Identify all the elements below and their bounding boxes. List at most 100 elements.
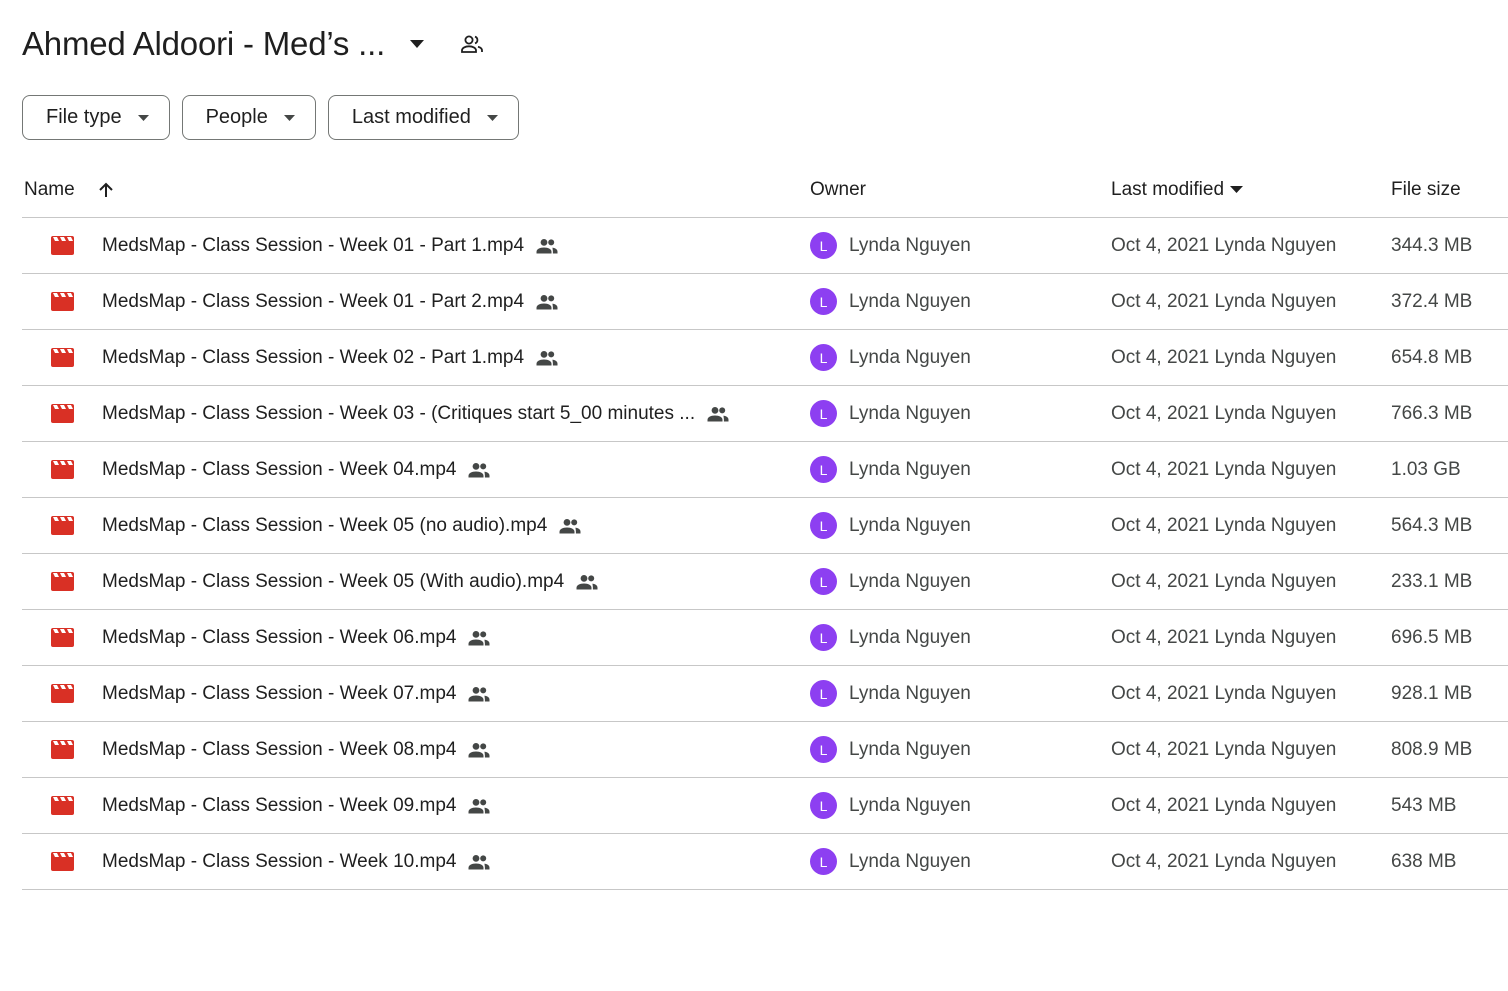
file-name[interactable]: MedsMap - Class Session - Week 01 - Part…: [102, 235, 524, 257]
owner-avatar[interactable]: L: [810, 400, 837, 427]
last-modified-cell: Oct 4, 2021 Lynda Nguyen: [1111, 402, 1337, 424]
file-type-filter[interactable]: File type: [22, 95, 170, 140]
file-name[interactable]: MedsMap - Class Session - Week 03 - (Cri…: [102, 403, 695, 425]
column-header-file-size[interactable]: File size: [1391, 179, 1508, 201]
owner-cell: L Lynda Nguyen: [810, 736, 1111, 763]
last-modified-cell: Oct 4, 2021 Lynda Nguyen: [1111, 626, 1337, 648]
caret-down-icon: [1230, 186, 1244, 193]
video-file-icon: [51, 740, 74, 760]
shared-people-icon: [536, 294, 558, 310]
column-owner-label: Owner: [810, 178, 866, 200]
file-name[interactable]: MedsMap - Class Session - Week 09.mp4: [102, 795, 456, 817]
file-name-cell: MedsMap - Class Session - Week 05 (no au…: [22, 515, 810, 537]
file-row[interactable]: MedsMap - Class Session - Week 01 - Part…: [22, 218, 1508, 274]
file-size-cell: 766.3 MB: [1391, 402, 1473, 424]
file-size-cell: 654.8 MB: [1391, 346, 1473, 368]
file-size-cell: 372.4 MB: [1391, 290, 1473, 312]
file-row[interactable]: MedsMap - Class Session - Week 06.mp4 L Ly…: [22, 610, 1508, 666]
last-modified-cell: Oct 4, 2021 Lynda Nguyen: [1111, 458, 1337, 480]
shared-people-icon: [468, 630, 490, 646]
last-modified-cell: Oct 4, 2021 Lynda Nguyen: [1111, 290, 1337, 312]
owner-avatar[interactable]: L: [810, 344, 837, 371]
shared-people-icon: [536, 238, 558, 254]
owner-cell: L Lynda Nguyen: [810, 848, 1111, 875]
owner-avatar[interactable]: L: [810, 456, 837, 483]
video-file-icon: [51, 292, 74, 312]
file-size-cell: 543 MB: [1391, 794, 1457, 816]
file-name[interactable]: MedsMap - Class Session - Week 05 (With …: [102, 571, 564, 593]
owner-cell: L Lynda Nguyen: [810, 792, 1111, 819]
file-name-cell: MedsMap - Class Session - Week 02 - Part…: [22, 347, 810, 369]
file-size-cell: 696.5 MB: [1391, 626, 1473, 648]
owner-cell: L Lynda Nguyen: [810, 512, 1111, 539]
file-row[interactable]: MedsMap - Class Session - Week 02 - Part…: [22, 330, 1508, 386]
owner-avatar[interactable]: L: [810, 736, 837, 763]
file-name-cell: MedsMap - Class Session - Week 05 (With …: [22, 571, 810, 593]
file-name[interactable]: MedsMap - Class Session - Week 08.mp4: [102, 739, 456, 761]
file-row[interactable]: MedsMap - Class Session - Week 05 (no au…: [22, 498, 1508, 554]
chevron-down-icon: [486, 114, 498, 121]
file-name[interactable]: MedsMap - Class Session - Week 07.mp4: [102, 683, 456, 705]
owner-avatar[interactable]: L: [810, 288, 837, 315]
column-size-label: File size: [1391, 178, 1461, 200]
file-row[interactable]: MedsMap - Class Session - Week 01 - Part…: [22, 274, 1508, 330]
owner-name: Lynda Nguyen: [849, 458, 971, 480]
file-name[interactable]: MedsMap - Class Session - Week 04.mp4: [102, 459, 456, 481]
people-filter[interactable]: People: [181, 95, 316, 140]
last-modified-cell: Oct 4, 2021 Lynda Nguyen: [1111, 682, 1337, 704]
owner-avatar[interactable]: L: [810, 848, 837, 875]
owner-avatar[interactable]: L: [810, 792, 837, 819]
chevron-down-icon: [137, 114, 149, 121]
sort-ascending-arrow-icon[interactable]: [97, 181, 115, 199]
file-size-cell: 928.1 MB: [1391, 682, 1473, 704]
file-row[interactable]: MedsMap - Class Session - Week 03 - (Cri…: [22, 386, 1508, 442]
folder-title[interactable]: Ahmed Aldoori - Med’s ...: [22, 25, 385, 63]
file-rows: MedsMap - Class Session - Week 01 - Part…: [22, 218, 1508, 890]
last-modified-filter[interactable]: Last modified: [327, 95, 519, 140]
video-file-icon: [51, 796, 74, 816]
shared-people-icon: [468, 742, 490, 758]
file-row[interactable]: MedsMap - Class Session - Week 08.mp4 L Ly…: [22, 722, 1508, 778]
owner-name: Lynda Nguyen: [849, 570, 971, 592]
file-list-header: Name Owner Last modified File size: [22, 162, 1508, 218]
file-name[interactable]: MedsMap - Class Session - Week 10.mp4: [102, 851, 456, 873]
file-name-cell: MedsMap - Class Session - Week 01 - Part…: [22, 291, 810, 313]
file-name[interactable]: MedsMap - Class Session - Week 01 - Part…: [102, 291, 524, 313]
owner-cell: L Lynda Nguyen: [810, 624, 1111, 651]
video-file-icon: [51, 348, 74, 368]
file-name[interactable]: MedsMap - Class Session - Week 05 (no au…: [102, 515, 547, 537]
file-row[interactable]: MedsMap - Class Session - Week 09.mp4 L Ly…: [22, 778, 1508, 834]
shared-people-icon: [468, 462, 490, 478]
last-modified-cell: Oct 4, 2021 Lynda Nguyen: [1111, 234, 1337, 256]
owner-name: Lynda Nguyen: [849, 290, 971, 312]
owner-name: Lynda Nguyen: [849, 346, 971, 368]
owner-avatar[interactable]: L: [810, 232, 837, 259]
column-header-name[interactable]: Name: [22, 179, 810, 201]
file-row[interactable]: MedsMap - Class Session - Week 10.mp4 L Ly…: [22, 834, 1508, 890]
chevron-down-icon: [283, 114, 295, 121]
owner-avatar[interactable]: L: [810, 680, 837, 707]
last-modified-cell: Oct 4, 2021 Lynda Nguyen: [1111, 570, 1337, 592]
owner-name: Lynda Nguyen: [849, 682, 971, 704]
file-name[interactable]: MedsMap - Class Session - Week 02 - Part…: [102, 347, 524, 369]
owner-cell: L Lynda Nguyen: [810, 568, 1111, 595]
file-name-cell: MedsMap - Class Session - Week 08.mp4: [22, 739, 810, 761]
column-header-owner[interactable]: Owner: [810, 179, 1111, 201]
file-row[interactable]: MedsMap - Class Session - Week 05 (With …: [22, 554, 1508, 610]
last-modified-cell: Oct 4, 2021 Lynda Nguyen: [1111, 346, 1337, 368]
shared-folder-icon[interactable]: [458, 30, 486, 58]
file-name[interactable]: MedsMap - Class Session - Week 06.mp4: [102, 627, 456, 649]
last-modified-filter-label: Last modified: [351, 106, 471, 128]
owner-name: Lynda Nguyen: [849, 794, 971, 816]
folder-menu-caret-icon[interactable]: [405, 32, 429, 56]
owner-avatar[interactable]: L: [810, 624, 837, 651]
file-list: Name Owner Last modified File size MedsM…: [22, 162, 1508, 890]
file-row[interactable]: MedsMap - Class Session - Week 04.mp4 L Ly…: [22, 442, 1508, 498]
file-row[interactable]: MedsMap - Class Session - Week 07.mp4 L Ly…: [22, 666, 1508, 722]
owner-cell: L Lynda Nguyen: [810, 344, 1111, 371]
file-name-cell: MedsMap - Class Session - Week 03 - (Cri…: [22, 403, 810, 425]
column-header-last-modified[interactable]: Last modified: [1111, 179, 1391, 201]
owner-cell: L Lynda Nguyen: [810, 400, 1111, 427]
owner-avatar[interactable]: L: [810, 568, 837, 595]
owner-avatar[interactable]: L: [810, 512, 837, 539]
